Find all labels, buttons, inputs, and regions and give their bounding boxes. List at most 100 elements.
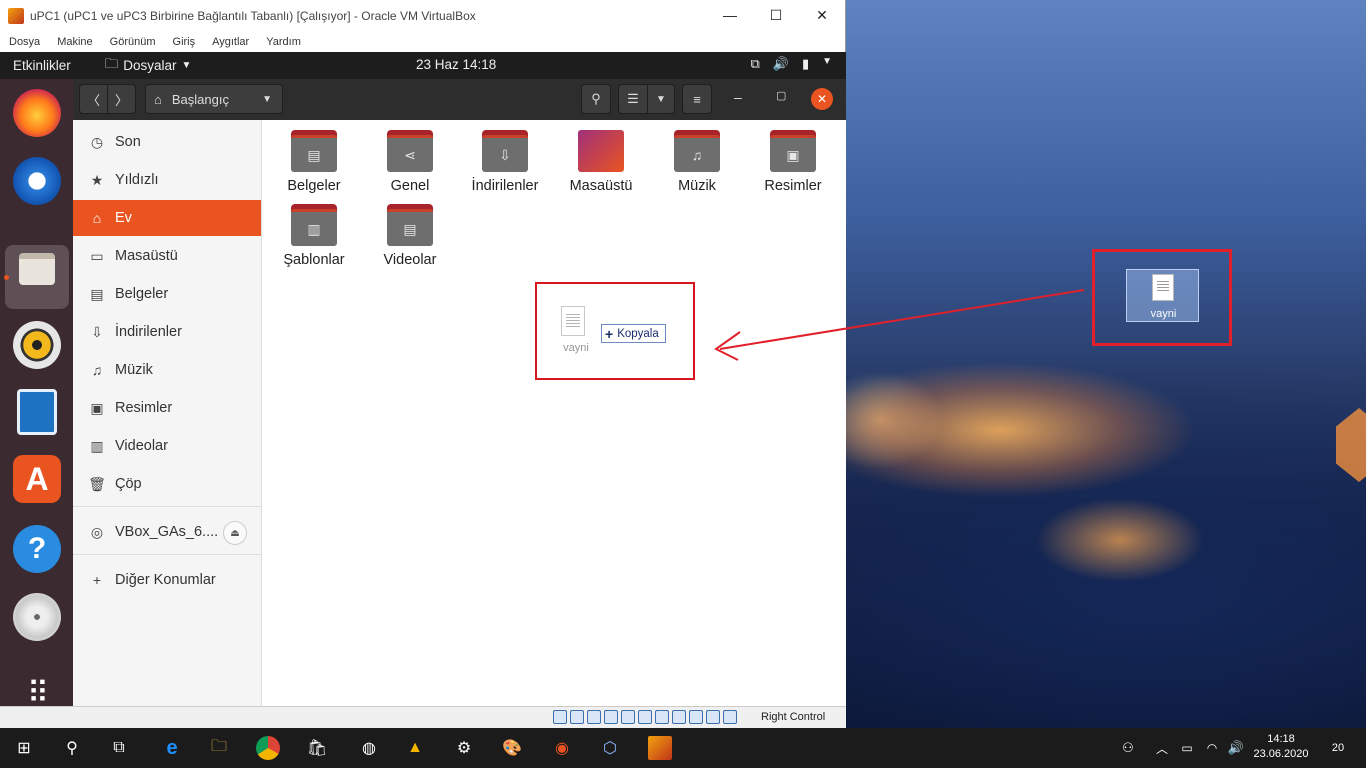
search-icon: ⚲ bbox=[591, 91, 601, 106]
windows-start-icon[interactable]: ⊞ bbox=[12, 736, 36, 760]
audio-icon[interactable] bbox=[587, 710, 601, 724]
file-explorer-icon[interactable]: 🗀 bbox=[207, 736, 231, 760]
vt-x-icon[interactable] bbox=[689, 710, 703, 724]
sidebar-item-pictures[interactable]: ▣ Resimler bbox=[73, 390, 261, 426]
search-icon[interactable]: ⚲ bbox=[60, 736, 84, 760]
view-mode-button[interactable]: ☰ bbox=[618, 84, 648, 114]
sidebar-item-starred[interactable]: ★ Yıldızlı bbox=[73, 162, 261, 198]
gnome-clock[interactable]: 23 Haz 14:18 bbox=[416, 57, 496, 72]
paint-icon[interactable]: 🎨 bbox=[500, 736, 524, 760]
guest-minimize-button[interactable]: – bbox=[734, 89, 742, 105]
annotation-box-desktop bbox=[1092, 249, 1232, 346]
mouse-integration-icon[interactable] bbox=[706, 710, 720, 724]
notification-center-button[interactable]: 20 bbox=[1326, 738, 1350, 758]
video-capture-icon[interactable] bbox=[672, 710, 686, 724]
app-menu[interactable]: 🗀 Dosyalar ▼ bbox=[105, 54, 192, 77]
optical-drive-icon[interactable] bbox=[570, 710, 584, 724]
software-center-icon[interactable]: A bbox=[13, 455, 61, 503]
usb-icon[interactable] bbox=[621, 710, 635, 724]
discord-icon[interactable]: ◍ bbox=[357, 736, 381, 760]
trash-icon: 🗑 bbox=[88, 475, 106, 492]
folder-videos[interactable]: ▤ Videolar bbox=[362, 204, 458, 268]
sidebar-item-music[interactable]: ♫ Müzik bbox=[73, 352, 261, 388]
folder-label: Müzik bbox=[678, 178, 716, 194]
drive-icon[interactable]: ▲ bbox=[403, 736, 427, 760]
task-view-icon[interactable]: ⧉ bbox=[107, 736, 131, 760]
folder-downloads[interactable]: ⇩ İndirilenler bbox=[457, 130, 553, 194]
sidebar-item-downloads[interactable]: ⇩ İndirilenler bbox=[73, 314, 261, 350]
sidebar-item-label: VBox_GAs_6.... bbox=[115, 524, 219, 540]
help-icon[interactable]: ? bbox=[13, 525, 61, 573]
keyboard-capture-icon[interactable] bbox=[723, 710, 737, 724]
files-icon[interactable] bbox=[19, 253, 55, 285]
search-button[interactable]: ⚲ bbox=[581, 84, 611, 114]
libreoffice-writer-icon[interactable] bbox=[17, 389, 57, 435]
guest-maximize-button[interactable]: ▢ bbox=[776, 89, 786, 102]
store-icon[interactable]: 🛍 bbox=[305, 736, 329, 760]
view-options-button[interactable]: ▼ bbox=[647, 84, 675, 114]
battery-icon[interactable]: ▭ bbox=[1175, 736, 1199, 760]
wifi-icon[interactable]: ◠ bbox=[1200, 736, 1224, 760]
back-button[interactable]: 〈 bbox=[79, 84, 108, 114]
folder-documents[interactable]: ▤ Belgeler bbox=[266, 130, 362, 194]
sidebar-item-label: Belgeler bbox=[115, 286, 169, 302]
folder-pictures[interactable]: ▣ Resimler bbox=[745, 130, 841, 194]
windows-taskbar: ⊞ ⚲ ⧉ e 🗀 🛍 ◍ ▲ ⚙ 🎨 ◉ ⬡ ⚇ ︿ ▭ ◠ 🔊 14:18 … bbox=[0, 728, 1366, 768]
hamburger-menu-button[interactable]: ≡ bbox=[682, 84, 712, 114]
firefox-icon[interactable] bbox=[13, 89, 61, 137]
menu-yardim[interactable]: Yardım bbox=[257, 36, 309, 48]
virtualbox-icon[interactable]: ⬡ bbox=[598, 736, 622, 760]
display-icon[interactable] bbox=[655, 710, 669, 724]
menu-giris[interactable]: Giriş bbox=[164, 36, 204, 48]
sidebar-item-videos[interactable]: ▥ Videolar bbox=[73, 428, 261, 464]
people-icon[interactable]: ⚇ bbox=[1116, 736, 1140, 760]
vbox-statusbar: Right Control bbox=[0, 706, 846, 728]
settings-gear-icon[interactable]: ⚙ bbox=[452, 736, 476, 760]
network-icon[interactable] bbox=[604, 710, 618, 724]
chevron-up-icon[interactable]: ︿ bbox=[1150, 736, 1174, 760]
sidebar-item-recent[interactable]: ◷ Son bbox=[73, 124, 261, 160]
video-icon: ▤ bbox=[387, 209, 433, 246]
shared-folders-icon[interactable] bbox=[638, 710, 652, 724]
activities-button[interactable]: Etkinlikler bbox=[13, 58, 71, 73]
folder-music[interactable]: ♫ Müzik bbox=[649, 130, 745, 194]
sidebar-item-trash[interactable]: 🗑 Çöp bbox=[73, 466, 261, 502]
menu-aygitlar[interactable]: Aygıtlar bbox=[203, 36, 257, 48]
desktop-icon: ▭ bbox=[90, 247, 104, 264]
volume-icon: 🔊 bbox=[772, 56, 789, 71]
file-view[interactable]: ▤ Belgeler ⋖ Genel ⇩ İndirilenler Masaüs… bbox=[262, 120, 846, 706]
guest-close-button[interactable]: ✕ bbox=[811, 88, 833, 110]
folder-desktop[interactable]: Masaüstü bbox=[553, 130, 649, 194]
vbox-titlebar[interactable]: uPC1 (uPC1 ve uPC3 Birbirine Bağlantılı … bbox=[0, 0, 845, 31]
menu-dosya[interactable]: Dosya bbox=[0, 36, 48, 48]
folder-public[interactable]: ⋖ Genel bbox=[362, 130, 458, 194]
close-button[interactable]: ✕ bbox=[799, 7, 845, 24]
sidebar-item-other-locations[interactable]: + Diğer Konumlar bbox=[73, 562, 261, 598]
hard-disk-icon[interactable] bbox=[553, 710, 567, 724]
sidebar-item-desktop[interactable]: ▭ Masaüstü bbox=[73, 238, 261, 274]
system-clock[interactable]: 14:18 23.06.2020 bbox=[1253, 732, 1309, 762]
chrome-icon[interactable] bbox=[256, 736, 280, 760]
sidebar-item-device[interactable]: ◎ VBox_GAs_6.... ⏏ bbox=[73, 514, 261, 550]
cd-drive-icon[interactable] bbox=[13, 593, 61, 641]
menu-makine[interactable]: Makine bbox=[48, 36, 100, 48]
picture-icon: ▣ bbox=[90, 399, 104, 416]
maximize-button[interactable]: ☐ bbox=[753, 7, 799, 24]
thunderbird-icon[interactable] bbox=[13, 157, 61, 205]
forward-button[interactable]: 〉 bbox=[107, 84, 136, 114]
path-bar-home[interactable]: ⌂ Başlangıç ▼ bbox=[145, 84, 283, 114]
volume-icon[interactable]: 🔊 bbox=[1224, 736, 1248, 760]
eject-button[interactable]: ⏏ bbox=[223, 521, 247, 545]
folder-templates[interactable]: ▥ Şablonlar bbox=[266, 204, 362, 268]
gnome-top-bar: Etkinlikler 🗀 Dosyalar ▼ 23 Haz 14:18 ⧉ … bbox=[0, 52, 846, 79]
sidebar-item-documents[interactable]: ▤ Belgeler bbox=[73, 276, 261, 312]
rhythmbox-icon[interactable] bbox=[13, 321, 61, 369]
system-tray[interactable]: ⧉ 🔊 ▮ ▼ bbox=[750, 56, 832, 72]
battery-icon: ▮ bbox=[801, 56, 810, 71]
menu-gorunum[interactable]: Görünüm bbox=[101, 36, 164, 48]
sidebar-item-home[interactable]: ⌂ Ev bbox=[73, 200, 261, 236]
edge-icon[interactable]: e bbox=[160, 736, 184, 760]
minimize-button[interactable]: — bbox=[707, 7, 753, 24]
vm-instance-icon[interactable] bbox=[648, 736, 672, 760]
ubuntu-app-icon[interactable]: ◉ bbox=[550, 736, 574, 760]
